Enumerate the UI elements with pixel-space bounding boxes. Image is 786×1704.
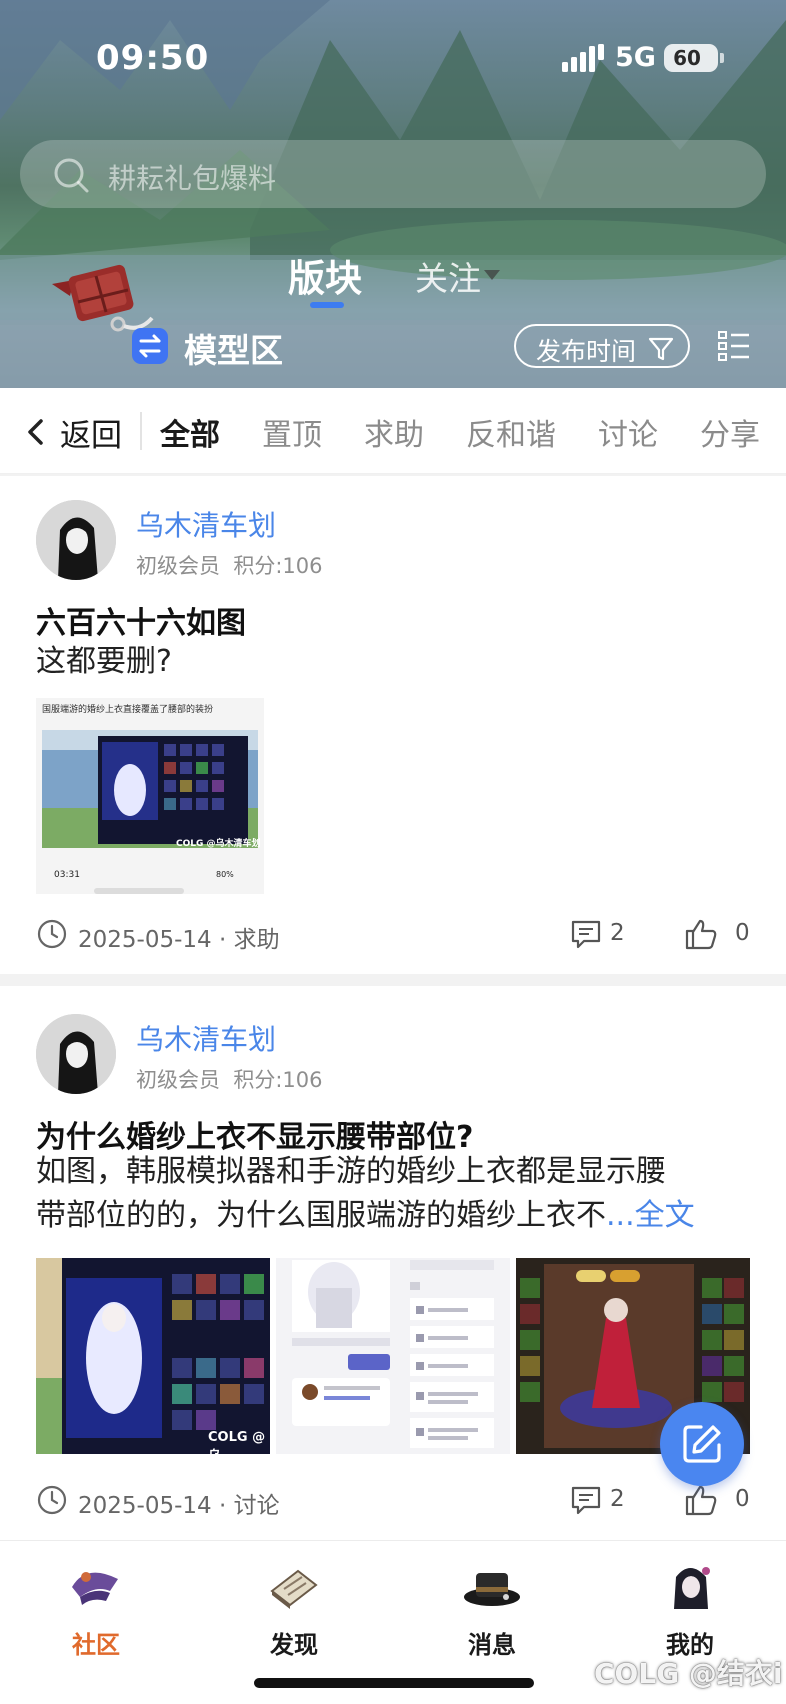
category-pinned[interactable]: 置顶: [262, 410, 322, 454]
comment-icon[interactable]: [570, 1485, 602, 1515]
image-caption: 国服端游的婚纱上衣直接覆盖了腰部的装扮: [42, 705, 214, 715]
comment-count: 2: [610, 920, 625, 946]
rank-label: 初级会员: [136, 554, 220, 578]
like-count: 0: [735, 1486, 750, 1512]
avatar[interactable]: [36, 1014, 116, 1094]
avatar-image: [36, 500, 116, 580]
post-title: 六百六十六如图: [36, 606, 246, 641]
edit-icon: [683, 1425, 721, 1463]
body-line-text: 带部位的的，为什么国服端游的婚纱上衣不: [36, 1198, 606, 1233]
points-label: 积分:106: [233, 1068, 323, 1092]
separator: [0, 974, 786, 986]
avatar[interactable]: [36, 500, 116, 580]
battery-icon: 60: [664, 44, 718, 72]
battery-level: 60: [673, 46, 701, 70]
filter-icon: [648, 337, 674, 361]
app-screenshot: [276, 1258, 510, 1454]
clock-icon: [37, 919, 67, 949]
sort-button[interactable]: 发布时间: [514, 324, 690, 368]
image-watermark: COLG @乌木清车划: [176, 839, 261, 849]
post-date: 2025-05-14: [78, 1493, 212, 1519]
search-icon: [54, 158, 89, 193]
search-placeholder: 耕耘礼包爆料: [108, 162, 277, 195]
profile-icon: [674, 1567, 710, 1609]
author-rank: 初级会员 积分:106: [136, 550, 323, 580]
sort-label: 发布时间: [536, 337, 637, 366]
post-tag: 讨论: [233, 1493, 280, 1519]
battery-tip: [720, 53, 724, 63]
caret-down-icon: [484, 270, 500, 280]
back-button[interactable]: 返回: [60, 410, 122, 455]
list-view-icon[interactable]: [718, 330, 750, 362]
image-battery: 80%: [216, 870, 234, 879]
author-name[interactable]: 乌木清车划: [136, 1018, 276, 1058]
category-anti-censor[interactable]: 反和谐: [466, 410, 556, 454]
category-help[interactable]: 求助: [364, 410, 424, 454]
post-body: 这都要删?: [36, 644, 172, 679]
category-share[interactable]: 分享: [700, 410, 760, 454]
image-time: 03:31: [54, 870, 80, 880]
rank-label: 初级会员: [136, 1068, 220, 1092]
post-image[interactable]: [276, 1258, 510, 1454]
category-all[interactable]: 全部: [160, 410, 220, 454]
tab-follow[interactable]: 关注: [415, 252, 481, 300]
search-bar[interactable]: 耕耘礼包爆料: [20, 140, 766, 208]
nav-discover[interactable]: 发现: [234, 1551, 354, 1661]
post-body: 如图，韩服模拟器和手游的婚纱上衣都是显示腰 带部位的的，为什么国服端游的婚纱上衣…: [36, 1150, 752, 1238]
compose-button[interactable]: [660, 1402, 744, 1486]
post-meta: 2025-05-14 · 讨论: [78, 1493, 280, 1519]
author-rank: 初级会员 积分:106: [136, 1064, 323, 1094]
tab-section[interactable]: 版块: [288, 248, 362, 302]
switch-board-icon[interactable]: [132, 328, 168, 364]
category-discussion[interactable]: 讨论: [598, 410, 658, 454]
post-image[interactable]: COLG @乌: [36, 1258, 270, 1454]
post-card[interactable]: 乌木清车划 初级会员 积分:106 六百六十六如图 这都要删? 国服端游的婚纱上…: [0, 476, 786, 974]
image-scrollbar: [94, 888, 184, 894]
author-name[interactable]: 乌木清车划: [136, 504, 276, 544]
status-bar: 09:50 5G 60: [0, 0, 786, 112]
clock-icon: [37, 1485, 67, 1515]
image-watermark: COLG @乌: [208, 1430, 266, 1454]
community-icon: [72, 1572, 118, 1605]
divider: [140, 412, 142, 450]
network-type: 5G: [615, 42, 656, 73]
points-label: 积分:106: [233, 554, 323, 578]
header-banner: 09:50 5G 60 耕耘礼包爆料 版块 关注 模型区 发布时间: [0, 0, 786, 388]
like-icon[interactable]: [684, 1484, 718, 1516]
like-count: 0: [735, 920, 750, 946]
post-date: 2025-05-14: [78, 927, 212, 953]
nav-label: 社区: [72, 1631, 120, 1659]
nav-label: 消息: [468, 1631, 516, 1659]
home-indicator: [254, 1678, 534, 1688]
category-bar: 返回 全部 置顶 求助 反和谐 讨论 分享: [0, 388, 786, 474]
back-arrow-icon[interactable]: [26, 418, 46, 446]
nav-profile[interactable]: 我的: [630, 1551, 750, 1661]
nav-label: 发现: [270, 1631, 318, 1659]
comment-count: 2: [610, 1486, 625, 1512]
nav-community[interactable]: 社区: [36, 1551, 156, 1661]
post-image[interactable]: 国服端游的婚纱上衣直接覆盖了腰部的装扮 COLG @乌木清车划 03:31 80…: [36, 698, 264, 894]
like-icon[interactable]: [684, 918, 718, 950]
message-icon: [464, 1573, 520, 1606]
watermark: COLG @结衣i: [594, 1657, 783, 1690]
game-screenshot: [42, 730, 258, 848]
body-line: 如图，韩服模拟器和手游的婚纱上衣都是显示腰: [36, 1154, 666, 1189]
body-line: 带部位的的，为什么国服端游的婚纱上衣不...全文: [36, 1194, 752, 1238]
active-tab-indicator: [310, 302, 344, 308]
post-tag: 求助: [233, 927, 280, 953]
board-title: 模型区: [184, 331, 283, 370]
avatar-image: [36, 1014, 116, 1094]
discover-icon: [270, 1569, 318, 1609]
signal-icon: [562, 44, 604, 72]
nav-messages[interactable]: 消息: [432, 1551, 552, 1661]
clock: 09:50: [96, 38, 210, 78]
swap-arrows-icon: [139, 334, 161, 358]
post-meta: 2025-05-14 · 求助: [78, 927, 280, 953]
comment-icon[interactable]: [570, 919, 602, 949]
read-more-link[interactable]: ...全文: [606, 1198, 695, 1233]
game-screenshot: [36, 1258, 270, 1454]
